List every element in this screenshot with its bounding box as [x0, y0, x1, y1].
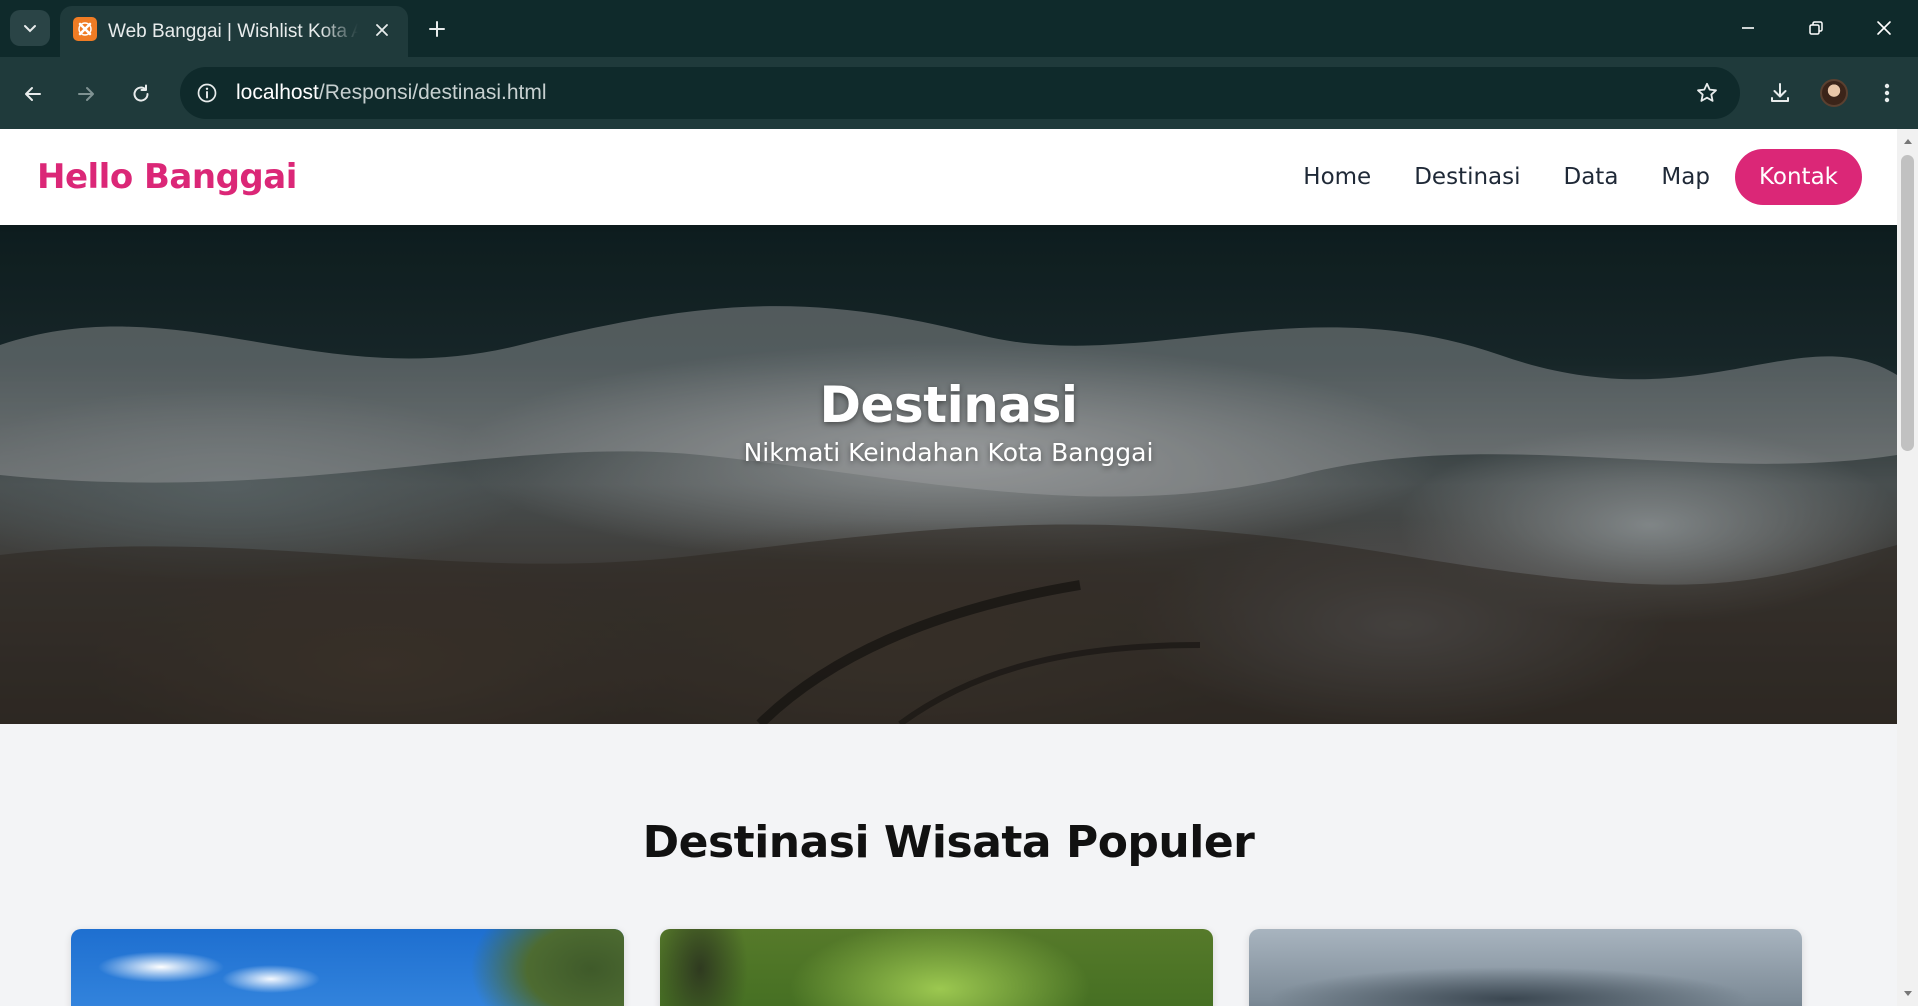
page-scrollbar[interactable]: [1897, 129, 1918, 1006]
tab-title: Web Banggai | Wishlist Kota Am: [108, 21, 358, 42]
reload-button[interactable]: [122, 75, 160, 113]
avatar: [1820, 79, 1848, 107]
close-window-button[interactable]: [1856, 8, 1912, 48]
scroll-up-arrow[interactable]: [1897, 131, 1918, 151]
forward-button[interactable]: [67, 75, 105, 113]
destination-card[interactable]: [1249, 929, 1802, 1006]
minimize-button[interactable]: [1720, 8, 1776, 48]
site-brand[interactable]: Hello Banggai: [37, 157, 297, 197]
restore-button[interactable]: [1788, 8, 1844, 48]
arrow-left-icon: [25, 87, 41, 101]
xampp-icon: [73, 17, 97, 41]
scroll-down-arrow[interactable]: [1897, 984, 1918, 1004]
downloads-button[interactable]: [1761, 74, 1799, 112]
chevron-down-icon: [24, 25, 36, 33]
address-bar[interactable]: localhost/Responsi/destinasi.html: [180, 67, 1740, 119]
minimize-icon: [1742, 27, 1754, 29]
reload-icon: [133, 84, 149, 102]
active-tab[interactable]: Web Banggai | Wishlist Kota Am: [60, 6, 408, 57]
download-icon: [1771, 83, 1789, 102]
browser-menu-button[interactable]: [1868, 74, 1906, 112]
browser-tab-bar: Web Banggai | Wishlist Kota Am: [0, 0, 1918, 57]
destination-card-image: [660, 929, 1213, 1006]
destination-card[interactable]: [71, 929, 624, 1006]
profile-button[interactable]: [1815, 74, 1853, 112]
site-header: Hello Banggai Home Destinasi Data Map Ko…: [0, 129, 1897, 225]
plus-icon: [429, 21, 445, 37]
close-icon[interactable]: [370, 18, 394, 42]
hero-subtitle: Nikmati Keindahan Kota Banggai: [743, 438, 1154, 467]
close-icon: [1877, 21, 1891, 35]
hero-content: Destinasi Nikmati Keindahan Kota Banggai: [0, 376, 1897, 467]
browser-toolbar: localhost/Responsi/destinasi.html: [0, 57, 1918, 129]
info-icon[interactable]: [192, 78, 222, 108]
nav-link-map[interactable]: Map: [1661, 164, 1710, 190]
scrollbar-thumb[interactable]: [1901, 155, 1914, 451]
star-icon[interactable]: [1692, 78, 1722, 108]
url-host: localhost: [236, 81, 319, 104]
destination-card-image: [71, 929, 624, 1006]
hero-banner: Destinasi Nikmati Keindahan Kota Banggai: [0, 225, 1897, 724]
nav-link-data[interactable]: Data: [1564, 164, 1619, 190]
back-button[interactable]: [14, 75, 52, 113]
more-vertical-icon: [1884, 83, 1890, 103]
kontak-button[interactable]: Kontak: [1734, 149, 1862, 205]
url-text[interactable]: localhost/Responsi/destinasi.html: [236, 81, 547, 105]
destination-card[interactable]: [660, 929, 1213, 1006]
section-title: Destinasi Wisata Populer: [642, 817, 1255, 868]
hero-title: Destinasi: [819, 376, 1078, 434]
restore-icon: [1809, 21, 1823, 35]
url-path: /Responsi/destinasi.html: [318, 81, 547, 104]
nav-link-destinasi[interactable]: Destinasi: [1414, 164, 1520, 190]
hero-overlay: [0, 225, 1897, 724]
page-viewport: Hello Banggai Home Destinasi Data Map Ko…: [0, 129, 1897, 1006]
destination-card-image: [1249, 929, 1802, 1006]
tab-search-button[interactable]: [10, 10, 50, 46]
arrow-right-icon: [78, 87, 94, 101]
new-tab-button[interactable]: [420, 12, 454, 46]
site-nav: Home Destinasi Data Map Kontak: [1303, 149, 1862, 205]
nav-link-home[interactable]: Home: [1303, 164, 1371, 190]
